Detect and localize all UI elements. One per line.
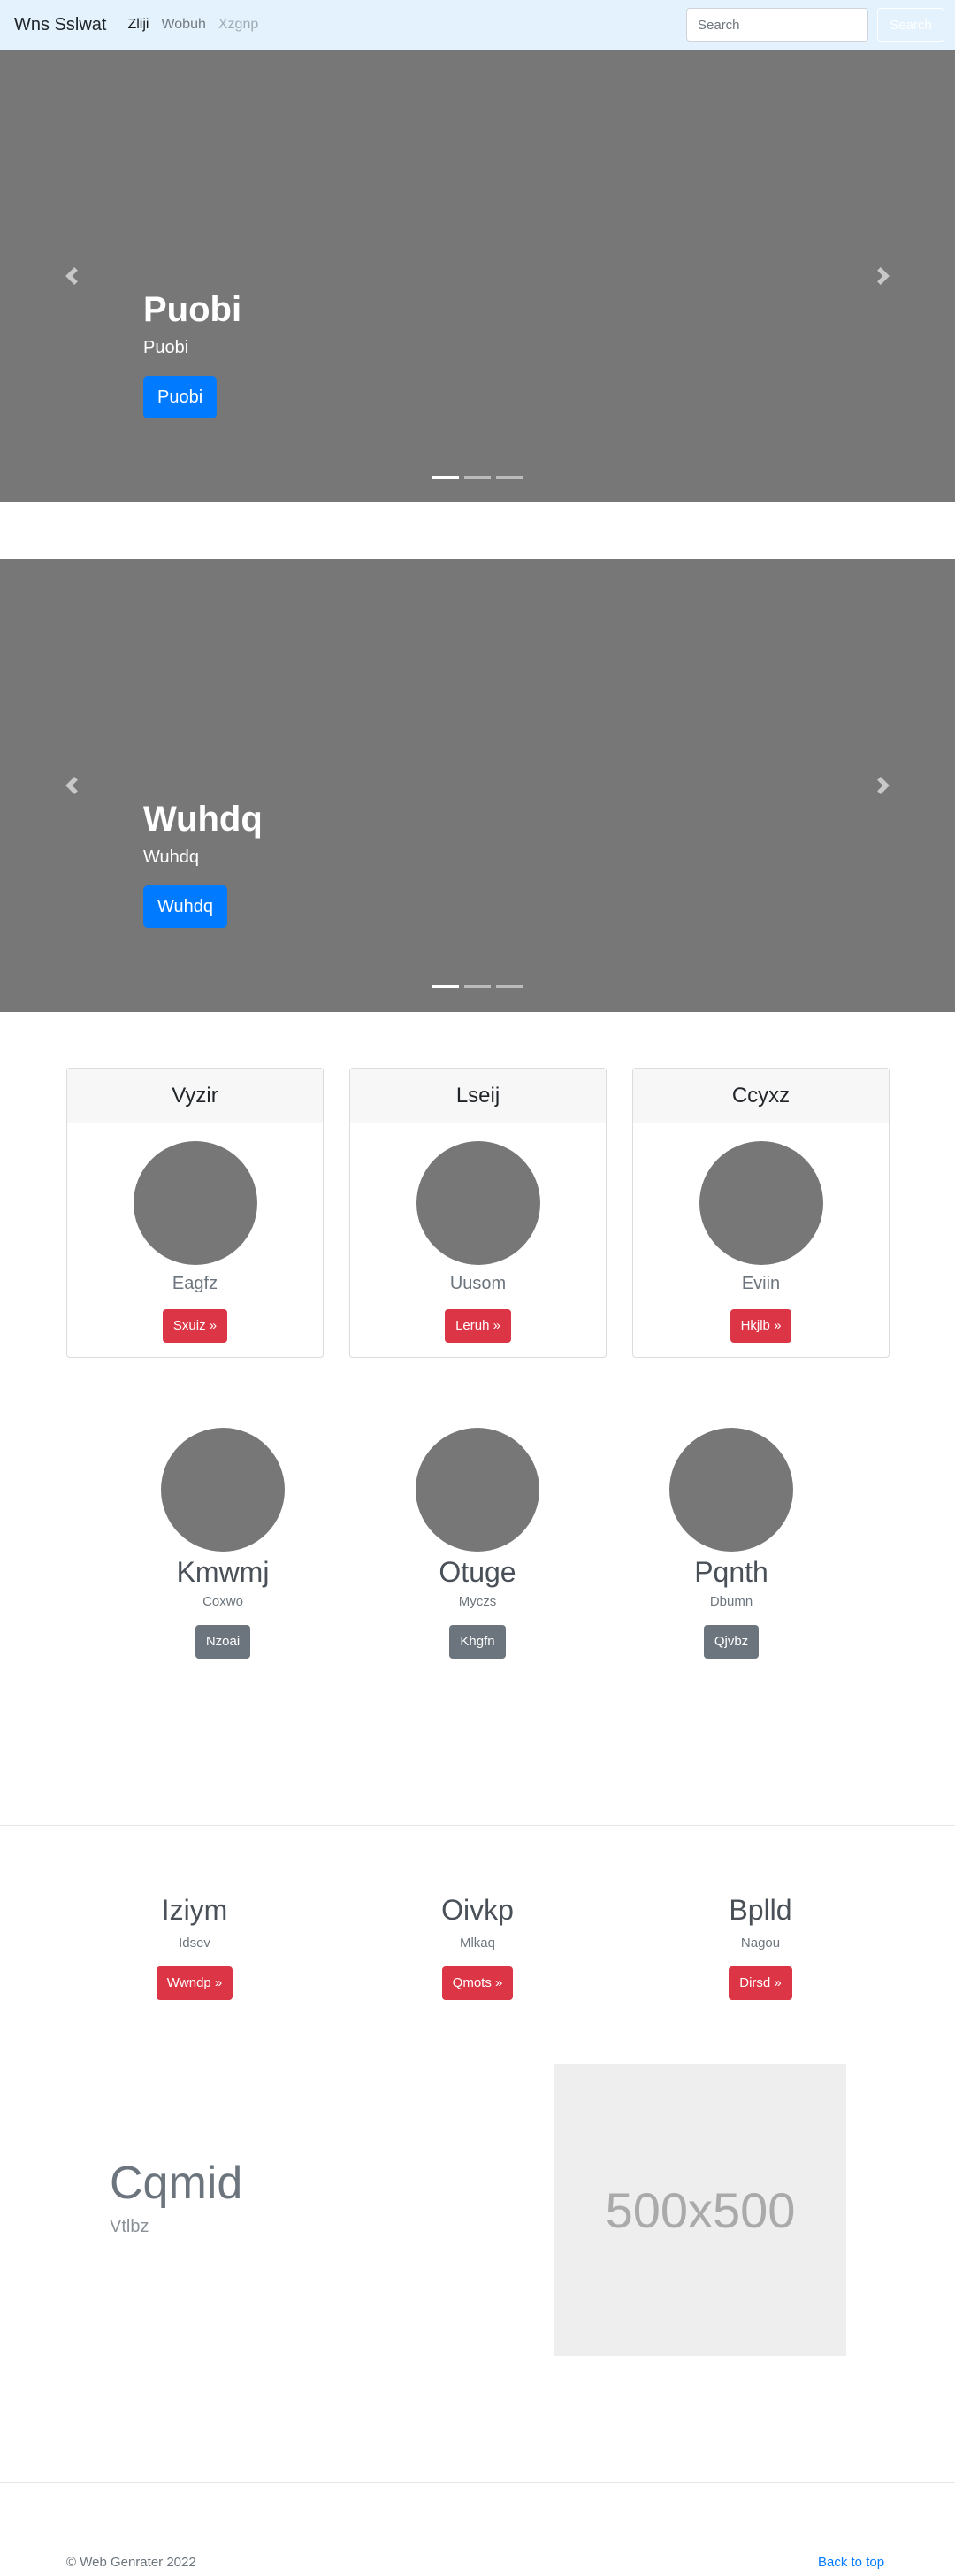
profile: Kmwmj Coxwo Nzoai <box>134 1428 311 1660</box>
feature-title: Oivkp <box>441 1894 514 1926</box>
carousel-indicator[interactable] <box>432 476 459 479</box>
nav-link-wobuh[interactable]: Wobuh <box>161 17 205 33</box>
profile-button[interactable]: Khgfn <box>449 1625 506 1660</box>
carousel-text: Wuhdq <box>143 847 200 867</box>
carousel-next-button[interactable] <box>866 768 901 803</box>
card-button[interactable]: Sxuiz » <box>162 1309 228 1343</box>
card-subtitle: Uusom <box>449 1274 507 1293</box>
placeholder-image: 500x500 <box>554 2064 846 2356</box>
card-header: Vyzir <box>67 1069 323 1123</box>
avatar <box>134 1141 257 1265</box>
card-header: Lseij <box>350 1069 606 1123</box>
carousel-prev-button[interactable] <box>54 768 89 803</box>
chevron-left-icon <box>65 267 78 285</box>
feature-column: Oivkp Mlkaq Qmots » <box>371 1893 584 2001</box>
card-button[interactable]: Leruh » <box>445 1309 511 1343</box>
back-to-top-link[interactable]: Back to top <box>818 2555 884 2570</box>
chevron-left-icon <box>65 777 78 794</box>
carousel-cta-button[interactable]: Puobi <box>143 376 218 418</box>
profile-button[interactable]: Nzoai <box>195 1625 251 1660</box>
card: Lseij Uusom Leruh » <box>349 1068 607 1358</box>
featurette-heading: Cqmid <box>110 2158 243 2209</box>
feature-button[interactable]: Dirsd » <box>729 1966 792 2001</box>
carousel-caption: Puobi Puobi Puobi <box>143 288 241 418</box>
avatar <box>669 1428 793 1552</box>
carousel-indicators <box>0 985 955 988</box>
card-subtitle: Eagfz <box>172 1274 218 1293</box>
profile-button[interactable]: Qjvbz <box>703 1625 760 1660</box>
card-header: Ccyxz <box>633 1069 889 1123</box>
feature-text: Idsev <box>179 1936 210 1951</box>
carousel-indicators <box>0 476 955 479</box>
avatar <box>699 1141 823 1265</box>
avatar <box>161 1428 285 1552</box>
card-button[interactable]: Hkjlb » <box>730 1309 792 1343</box>
carousel-1: Puobi Puobi Puobi <box>0 50 955 502</box>
carousel-caption: Wuhdq Wuhdq Wuhdq <box>143 798 263 928</box>
feature-column: Bplld Nagou Dirsd » <box>654 1893 867 2001</box>
divider <box>0 2482 955 2483</box>
feature-title: Bplld <box>729 1894 792 1926</box>
carousel-indicator[interactable] <box>464 476 491 479</box>
divider <box>0 1825 955 1826</box>
profile-text: Myczs <box>458 1594 497 1610</box>
carousel-indicator[interactable] <box>464 985 491 988</box>
featurette-lead: Vtlbz <box>110 2217 149 2236</box>
feature-title: Iziym <box>161 1894 228 1926</box>
nav-link-zliji[interactable]: Zliji <box>127 17 149 33</box>
card: Ccyxz Eviin Hkjlb » <box>632 1068 890 1358</box>
profile-name: Kmwmj <box>176 1556 270 1588</box>
avatar <box>416 1428 539 1552</box>
carousel-indicator[interactable] <box>496 476 523 479</box>
chevron-right-icon <box>877 267 890 285</box>
navbar: Wns Sslwat Zliji Wobuh Xzgnp Search <box>0 0 955 50</box>
profile: Otuge Myczs Khgfn <box>389 1428 566 1660</box>
footer-copyright: © Web Genrater 2022 <box>66 2555 196 2570</box>
nav-link-xzgnp: Xzgnp <box>218 17 259 32</box>
chevron-right-icon <box>877 777 890 794</box>
profile: Pqnth Dbumn Qjvbz <box>643 1428 820 1660</box>
carousel-text: Puobi <box>143 338 189 357</box>
card-body: Eagfz Sxuiz » <box>67 1123 323 1359</box>
carousel-prev-button[interactable] <box>54 258 89 294</box>
feature-text: Mlkaq <box>459 1936 495 1951</box>
carousel-title: Puobi <box>143 290 242 329</box>
card-subtitle: Eviin <box>741 1274 781 1293</box>
profile-text: Coxwo <box>202 1594 243 1610</box>
carousel-indicator[interactable] <box>432 985 459 988</box>
card: Vyzir Eagfz Sxuiz » <box>66 1068 324 1358</box>
carousel-cta-button[interactable]: Wuhdq <box>143 886 228 928</box>
feature-button[interactable]: Qmots » <box>441 1966 514 2001</box>
search-input[interactable] <box>686 8 868 42</box>
profile-name: Pqnth <box>694 1556 768 1588</box>
card-body: Eviin Hkjlb » <box>633 1123 889 1359</box>
card-body: Uusom Leruh » <box>350 1123 606 1359</box>
carousel-2: Wuhdq Wuhdq Wuhdq <box>0 559 955 1012</box>
carousel-title: Wuhdq <box>143 800 263 839</box>
carousel-next-button[interactable] <box>866 258 901 294</box>
feature-text: Nagou <box>740 1936 781 1951</box>
navbar-brand[interactable]: Wns Sslwat <box>14 15 106 35</box>
feature-column: Iziym Idsev Wwndp » <box>88 1893 301 2001</box>
carousel-indicator[interactable] <box>496 985 523 988</box>
search-button[interactable]: Search <box>877 8 944 42</box>
feature-button[interactable]: Wwndp » <box>156 1966 233 2001</box>
profile-name: Otuge <box>439 1556 516 1588</box>
profile-text: Dbumn <box>709 1594 753 1610</box>
avatar <box>416 1141 540 1265</box>
